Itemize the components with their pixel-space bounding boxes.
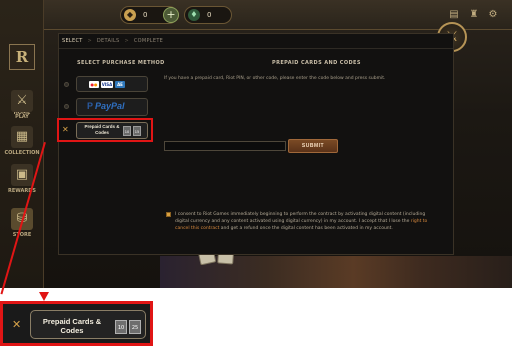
submit-button[interactable]: SUBMIT <box>288 139 338 153</box>
riot-logo-icon: R <box>9 44 35 70</box>
game-window: ◆ 0 + ♦ 0 ▤ ♜ ⚙ R HOME ⚔ PLAY ▦ COLLECTI… <box>0 0 512 288</box>
sidebar-item-play[interactable]: ⚔ PLAY <box>0 90 44 120</box>
rp-coin-icon: ◆ <box>124 9 136 21</box>
zoomed-prepaid-button[interactable]: Prepaid Cards & Codes 10 25 <box>30 310 146 339</box>
prepaid-description: If you have a prepaid card, Riot PIN, or… <box>164 76 386 81</box>
consent-checkbox[interactable] <box>166 212 171 217</box>
chevron-right-icon: > <box>87 38 93 44</box>
breadcrumb-details: DETAILS <box>96 38 120 44</box>
credit-card-method[interactable]: ●● VISA AE <box>76 76 148 92</box>
select-method-title: SELECT PURCHASE METHOD <box>77 60 165 66</box>
clipboard-icon[interactable]: ▤ <box>448 9 460 21</box>
chest-icon: ▣ <box>11 164 33 186</box>
gift-card-icon: 10 <box>115 320 127 334</box>
divider <box>59 48 453 49</box>
breadcrumb-select: SELECT <box>62 38 83 44</box>
rp-amount: 0 <box>143 11 148 19</box>
mastercard-icon: ●● <box>89 81 99 88</box>
shard-amount: 0 <box>207 11 212 19</box>
paypal-method[interactable]: P PayPal <box>76 98 148 116</box>
settings-gear-icon[interactable]: ⚙ <box>487 9 499 21</box>
selected-marker-icon: ✕ <box>12 318 22 331</box>
paypal-icon: P <box>87 101 94 111</box>
cards-icon: ▦ <box>11 126 33 148</box>
code-input[interactable] <box>164 141 286 151</box>
highlight-box <box>57 118 153 142</box>
buy-rp-button[interactable]: + <box>163 7 179 23</box>
sidebar-item-collection[interactable]: ▦ COLLECTION <box>0 126 44 156</box>
breadcrumb: SELECT > DETAILS > COMPLETE <box>62 38 163 44</box>
crossed-swords-icon: ⚔ <box>11 90 33 112</box>
radio-credit-card[interactable] <box>64 82 69 87</box>
sidebar: R HOME ⚔ PLAY ▦ COLLECTION ▣ REWARDS ⛁ S… <box>0 0 44 288</box>
consent-text: I consent to Riot Games immediately begi… <box>175 212 428 231</box>
chevron-right-icon: > <box>124 38 129 44</box>
shard-currency[interactable]: ♦ 0 <box>184 6 232 24</box>
zoom-callout: ✕ Prepaid Cards & Codes 10 25 <box>0 301 153 346</box>
shard-icon: ♦ <box>188 9 200 21</box>
notification-icon[interactable]: ♜ <box>468 9 480 21</box>
paypal-logo: P PayPal <box>87 101 125 111</box>
arrow-head <box>39 292 49 301</box>
sidebar-item-label: PLAY <box>15 114 29 120</box>
radio-paypal[interactable] <box>64 104 69 109</box>
amex-icon: AE <box>115 81 125 88</box>
sidebar-item-label: COLLECTION <box>4 150 40 156</box>
prepaid-title: PREPAID CARDS AND CODES <box>272 60 361 66</box>
gift-card-icon: 25 <box>129 320 141 334</box>
breadcrumb-complete: COMPLETE <box>133 38 164 44</box>
visa-icon: VISA <box>101 81 113 88</box>
zoomed-prepaid-label: Prepaid Cards & Codes <box>42 317 102 335</box>
